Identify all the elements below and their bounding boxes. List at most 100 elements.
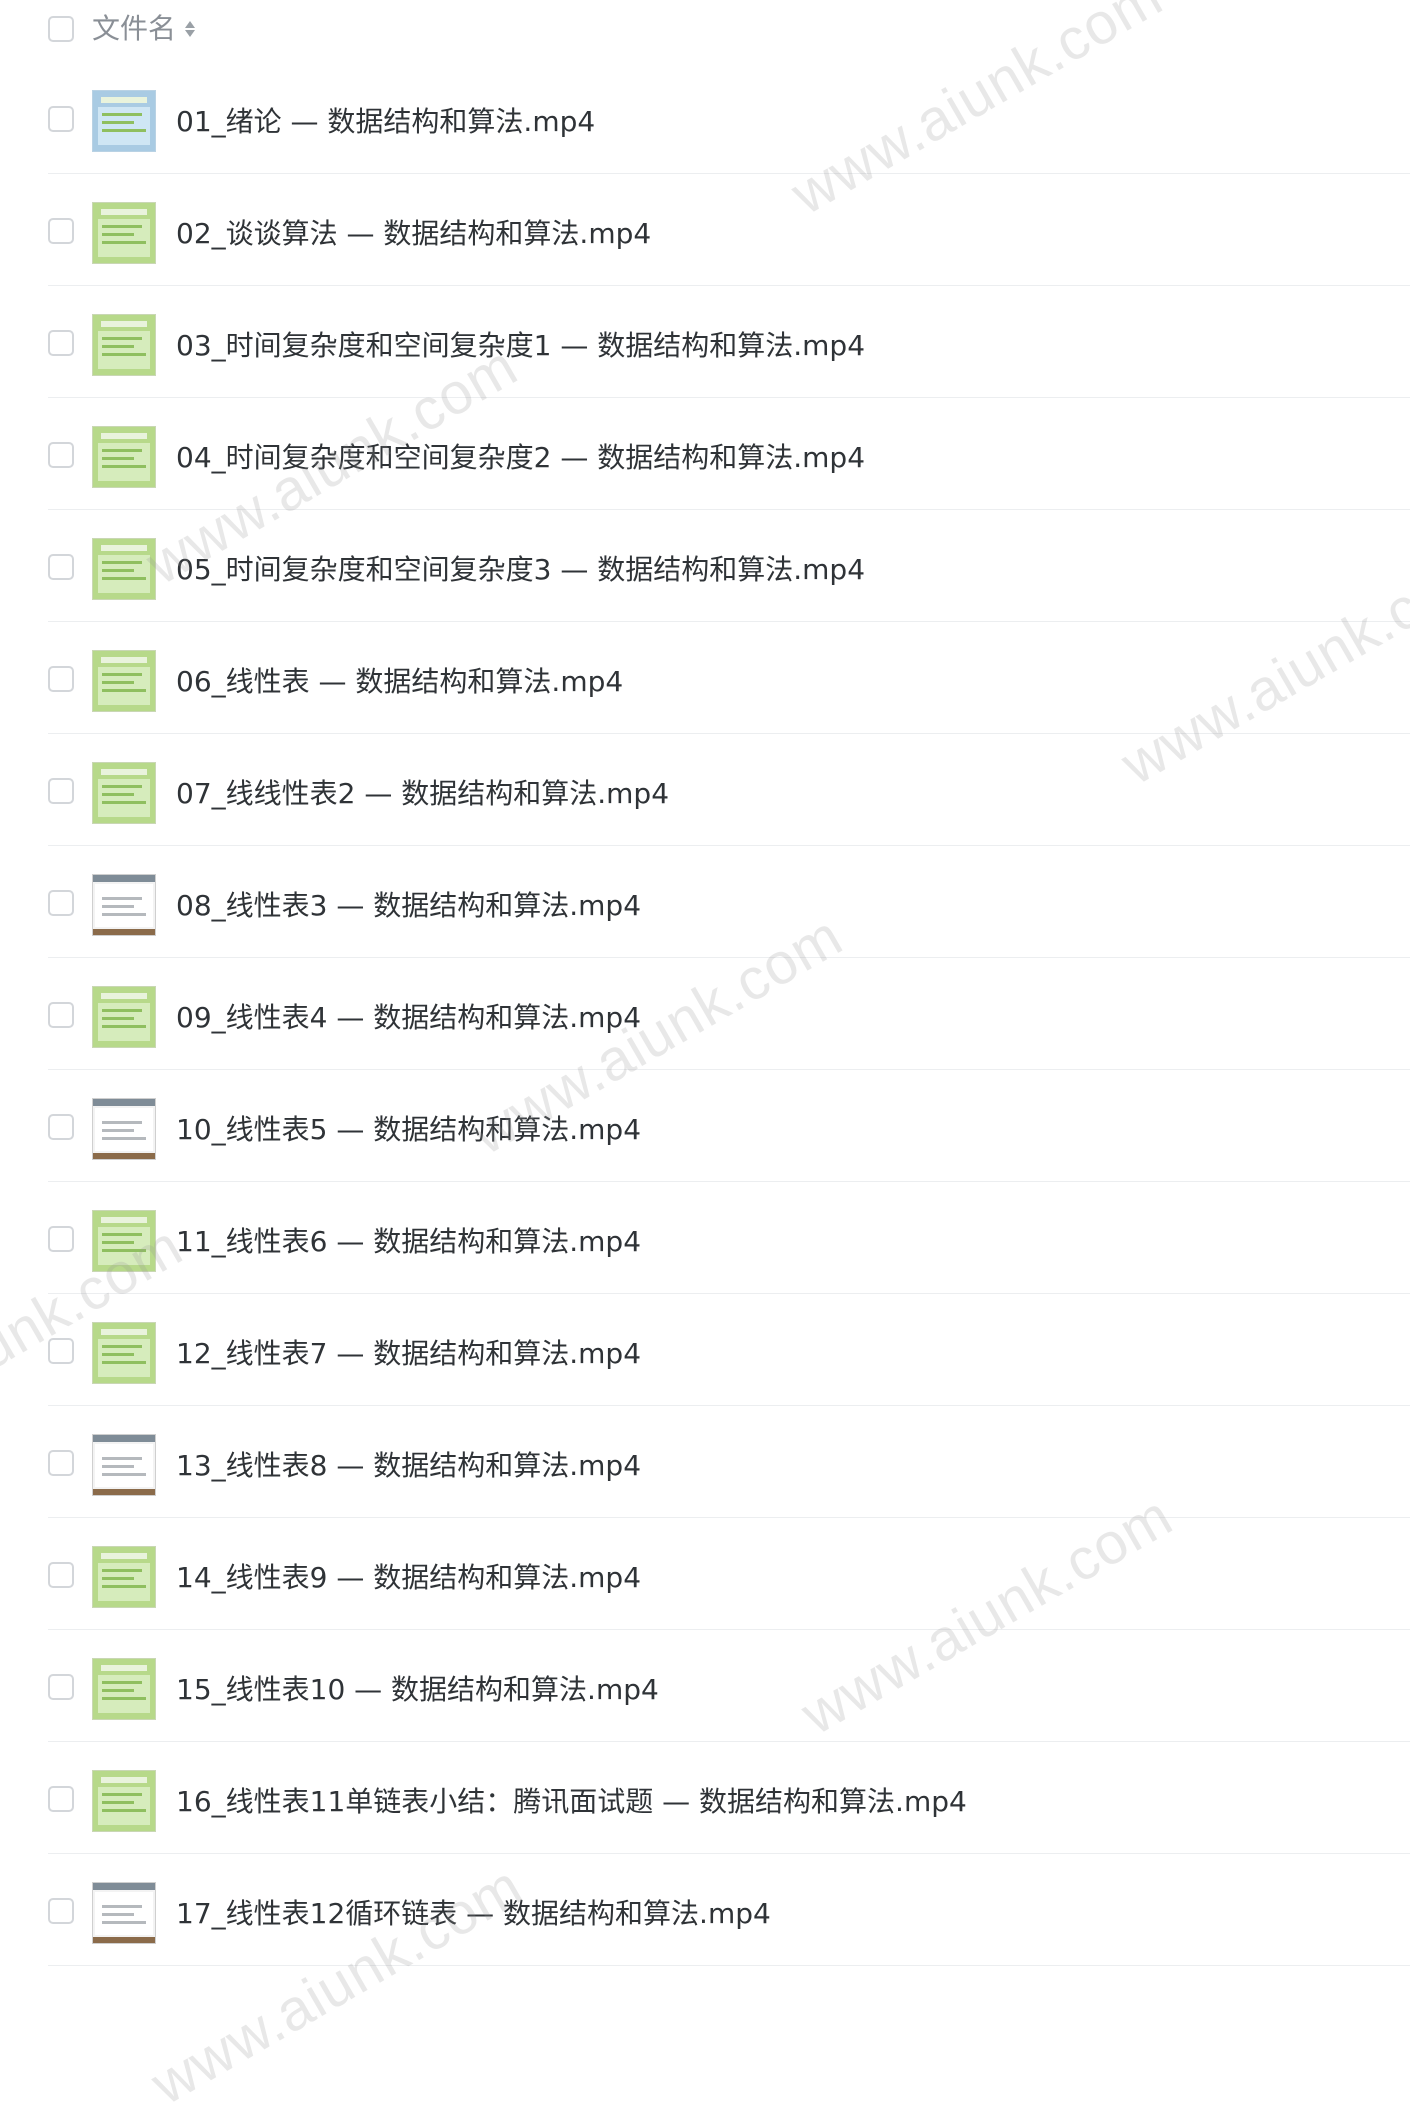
row-divider	[48, 1965, 1410, 1966]
file-row[interactable]: 09_线性表4 — 数据结构和算法.mp4	[0, 968, 1410, 1080]
row-checkbox[interactable]	[48, 554, 74, 580]
video-thumbnail[interactable]	[92, 986, 156, 1048]
row-checkbox[interactable]	[48, 218, 74, 244]
video-thumbnail[interactable]	[92, 202, 156, 264]
file-name-link[interactable]: 07_线线性表2 — 数据结构和算法.mp4	[176, 772, 669, 816]
thumbnail-detail	[101, 1329, 147, 1335]
file-name-link[interactable]: 08_线性表3 — 数据结构和算法.mp4	[176, 884, 641, 928]
file-row[interactable]: 12_线性表7 — 数据结构和算法.mp4	[0, 1304, 1410, 1416]
file-name-link[interactable]: 17_线性表12循环链表 — 数据结构和算法.mp4	[176, 1892, 771, 1936]
row-checkbox[interactable]	[48, 106, 74, 132]
row-divider	[48, 733, 1410, 734]
thumbnail-detail	[93, 1435, 155, 1442]
row-checkbox[interactable]	[48, 1338, 74, 1364]
file-row[interactable]: 06_线性表 — 数据结构和算法.mp4	[0, 632, 1410, 744]
file-row[interactable]: 10_线性表5 — 数据结构和算法.mp4	[0, 1080, 1410, 1192]
row-checkbox[interactable]	[48, 442, 74, 468]
file-row[interactable]: 11_线性表6 — 数据结构和算法.mp4	[0, 1192, 1410, 1304]
file-row[interactable]: 13_线性表8 — 数据结构和算法.mp4	[0, 1416, 1410, 1528]
thumbnail-detail	[102, 1681, 142, 1684]
row-divider	[48, 285, 1410, 286]
video-thumbnail[interactable]	[92, 426, 156, 488]
file-name-link[interactable]: 03_时间复杂度和空间复杂度1 — 数据结构和算法.mp4	[176, 324, 865, 368]
file-row[interactable]: 04_时间复杂度和空间复杂度2 — 数据结构和算法.mp4	[0, 408, 1410, 520]
thumbnail-detail	[102, 577, 146, 580]
file-list: 文件名 01_绪论 — 数据结构和算法.mp4 02_谈谈算法 — 数据结构和算法…	[0, 0, 1410, 1966]
file-name-link[interactable]: 06_线性表 — 数据结构和算法.mp4	[176, 660, 623, 704]
video-thumbnail[interactable]	[92, 1882, 156, 1944]
file-name-link[interactable]: 13_线性表8 — 数据结构和算法.mp4	[176, 1444, 641, 1488]
row-checkbox[interactable]	[48, 1450, 74, 1476]
row-checkbox[interactable]	[48, 1674, 74, 1700]
file-name-link[interactable]: 12_线性表7 — 数据结构和算法.mp4	[176, 1332, 641, 1376]
video-thumbnail[interactable]	[92, 650, 156, 712]
file-name-link[interactable]: 05_时间复杂度和空间复杂度3 — 数据结构和算法.mp4	[176, 548, 865, 592]
file-row[interactable]: 05_时间复杂度和空间复杂度3 — 数据结构和算法.mp4	[0, 520, 1410, 632]
row-divider	[48, 957, 1410, 958]
thumbnail-detail	[102, 1569, 142, 1572]
file-name-link[interactable]: 01_绪论 — 数据结构和算法.mp4	[176, 100, 595, 144]
file-row[interactable]: 03_时间复杂度和空间复杂度1 — 数据结构和算法.mp4	[0, 296, 1410, 408]
file-name-link[interactable]: 04_时间复杂度和空间复杂度2 — 数据结构和算法.mp4	[176, 436, 865, 480]
row-checkbox[interactable]	[48, 666, 74, 692]
row-checkbox[interactable]	[48, 330, 74, 356]
file-row[interactable]: 17_线性表12循环链表 — 数据结构和算法.mp4	[0, 1864, 1410, 1976]
thumbnail-detail	[102, 1809, 146, 1812]
file-name-link[interactable]: 16_线性表11单链表小结：腾讯面试题 — 数据结构和算法.mp4	[176, 1780, 967, 1824]
row-checkbox[interactable]	[48, 1226, 74, 1252]
file-name-link[interactable]: 09_线性表4 — 数据结构和算法.mp4	[176, 996, 641, 1040]
thumbnail-detail	[101, 769, 147, 775]
video-thumbnail[interactable]	[92, 90, 156, 152]
file-row[interactable]: 16_线性表11单链表小结：腾讯面试题 — 数据结构和算法.mp4	[0, 1752, 1410, 1864]
row-divider	[48, 1405, 1410, 1406]
video-thumbnail[interactable]	[92, 314, 156, 376]
list-header: 文件名	[0, 0, 1410, 60]
file-name-link[interactable]: 10_线性表5 — 数据结构和算法.mp4	[176, 1108, 641, 1152]
thumbnail-detail	[102, 905, 134, 908]
video-thumbnail[interactable]	[92, 874, 156, 936]
file-name-link[interactable]: 02_谈谈算法 — 数据结构和算法.mp4	[176, 212, 651, 256]
thumbnail-detail	[102, 1697, 146, 1700]
file-name-link[interactable]: 11_线性表6 — 数据结构和算法.mp4	[176, 1220, 641, 1264]
thumbnail-detail	[102, 1913, 134, 1916]
thumbnail-detail	[101, 993, 147, 999]
video-thumbnail[interactable]	[92, 1770, 156, 1832]
file-row[interactable]: 02_谈谈算法 — 数据结构和算法.mp4	[0, 184, 1410, 296]
row-divider	[48, 845, 1410, 846]
thumbnail-detail	[102, 801, 146, 804]
video-thumbnail[interactable]	[92, 1546, 156, 1608]
file-row[interactable]: 08_线性表3 — 数据结构和算法.mp4	[0, 856, 1410, 968]
select-all-checkbox[interactable]	[48, 16, 74, 42]
video-thumbnail[interactable]	[92, 538, 156, 600]
thumbnail-detail	[102, 785, 142, 788]
video-thumbnail[interactable]	[92, 1434, 156, 1496]
row-checkbox[interactable]	[48, 1786, 74, 1812]
thumbnail-detail	[102, 1233, 142, 1236]
video-thumbnail[interactable]	[92, 1658, 156, 1720]
video-thumbnail[interactable]	[92, 1098, 156, 1160]
video-thumbnail[interactable]	[92, 1210, 156, 1272]
file-row[interactable]: 01_绪论 — 数据结构和算法.mp4	[0, 72, 1410, 184]
thumbnail-detail	[102, 1345, 142, 1348]
video-thumbnail[interactable]	[92, 1322, 156, 1384]
row-checkbox[interactable]	[48, 1898, 74, 1924]
file-row[interactable]: 07_线线性表2 — 数据结构和算法.mp4	[0, 744, 1410, 856]
file-name-link[interactable]: 15_线性表10 — 数据结构和算法.mp4	[176, 1668, 659, 1712]
row-checkbox[interactable]	[48, 1002, 74, 1028]
thumbnail-detail	[102, 1249, 146, 1252]
file-row[interactable]: 15_线性表10 — 数据结构和算法.mp4	[0, 1640, 1410, 1752]
thumbnail-detail	[101, 657, 147, 663]
thumbnail-detail	[102, 1921, 146, 1924]
row-checkbox[interactable]	[48, 1562, 74, 1588]
row-checkbox[interactable]	[48, 890, 74, 916]
row-checkbox[interactable]	[48, 778, 74, 804]
thumbnail-detail	[102, 1017, 134, 1020]
row-checkbox[interactable]	[48, 1114, 74, 1140]
video-thumbnail[interactable]	[92, 762, 156, 824]
sort-by-filename-button[interactable]: 文件名	[92, 11, 196, 47]
row-divider	[48, 621, 1410, 622]
thumbnail-detail	[102, 337, 142, 340]
file-row[interactable]: 14_线性表9 — 数据结构和算法.mp4	[0, 1528, 1410, 1640]
file-name-link[interactable]: 14_线性表9 — 数据结构和算法.mp4	[176, 1556, 641, 1600]
thumbnail-detail	[102, 913, 146, 916]
